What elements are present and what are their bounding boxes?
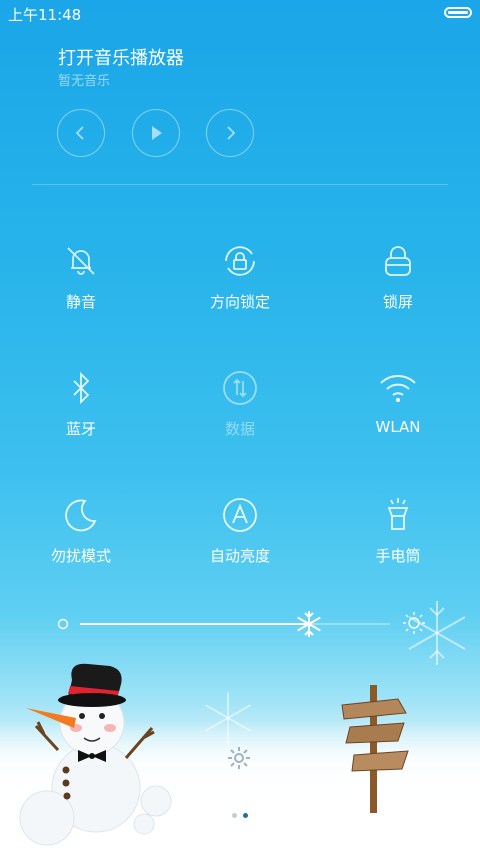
toggle-mute[interactable]: 静音 [11, 241, 151, 331]
brightness-high-icon [403, 612, 425, 634]
toggle-lock-screen-label: 锁屏 [382, 293, 413, 311]
brightness-slider[interactable] [80, 623, 390, 625]
auto-brightness-icon [223, 498, 257, 532]
lock-icon [385, 246, 411, 276]
toggle-bluetooth[interactable]: 蓝牙 [11, 368, 151, 458]
play-button[interactable] [132, 109, 180, 157]
toggle-mobile-data[interactable]: 数据 [170, 368, 310, 458]
previous-button[interactable] [57, 109, 105, 157]
chevron-left-icon [75, 126, 84, 140]
toggle-rotation-lock[interactable]: 方向锁定 [170, 241, 310, 331]
snowman-decoration [19, 663, 172, 846]
page-dot [232, 813, 237, 818]
toggle-flashlight[interactable]: 手电筒 [328, 495, 468, 585]
bluetooth-icon [73, 371, 90, 405]
toggle-do-not-disturb-label: 勿扰模式 [50, 547, 111, 565]
page-indicator [228, 813, 252, 821]
toggle-wlan[interactable]: WLAN [328, 368, 468, 458]
toggle-mute-label: 静音 [65, 293, 96, 311]
wooden-signpost-decoration [341, 685, 409, 813]
toggle-lock-screen[interactable]: 锁屏 [328, 241, 468, 331]
moon-icon [65, 499, 97, 532]
brightness-slider-fill [80, 623, 310, 625]
divider [32, 184, 448, 185]
toggle-auto-brightness[interactable]: 自动亮度 [170, 495, 310, 585]
toggle-mobile-data-label: 数据 [224, 420, 255, 438]
music-player-subtitle: 暂无音乐 [58, 74, 111, 89]
brightness-thumb-snowflake-icon[interactable] [294, 609, 324, 639]
toggle-rotation-lock-label: 方向锁定 [209, 293, 270, 311]
music-player-title[interactable]: 打开音乐播放器 [58, 44, 184, 70]
settings-gear-icon[interactable] [226, 745, 252, 771]
toggle-flashlight-label: 手电筒 [375, 547, 421, 565]
toggle-do-not-disturb[interactable]: 勿扰模式 [11, 495, 151, 585]
flashlight-icon [387, 498, 409, 530]
toggle-wlan-label: WLAN [375, 418, 421, 436]
mobile-data-icon [223, 371, 257, 405]
status-bar: 上午11:48 [0, 0, 480, 26]
toggle-auto-brightness-label: 自动亮度 [209, 547, 270, 565]
wifi-icon [380, 374, 416, 402]
brightness-low-icon [57, 618, 69, 630]
page-dot-active [243, 813, 248, 818]
chevron-right-icon [227, 126, 236, 140]
battery-icon [444, 7, 472, 18]
status-time: 上午11:48 [8, 6, 82, 24]
next-button[interactable] [206, 109, 254, 157]
play-icon [152, 126, 162, 140]
rotation-lock-icon [225, 246, 255, 276]
toggle-bluetooth-label: 蓝牙 [65, 420, 96, 438]
bell-off-icon [67, 247, 95, 275]
